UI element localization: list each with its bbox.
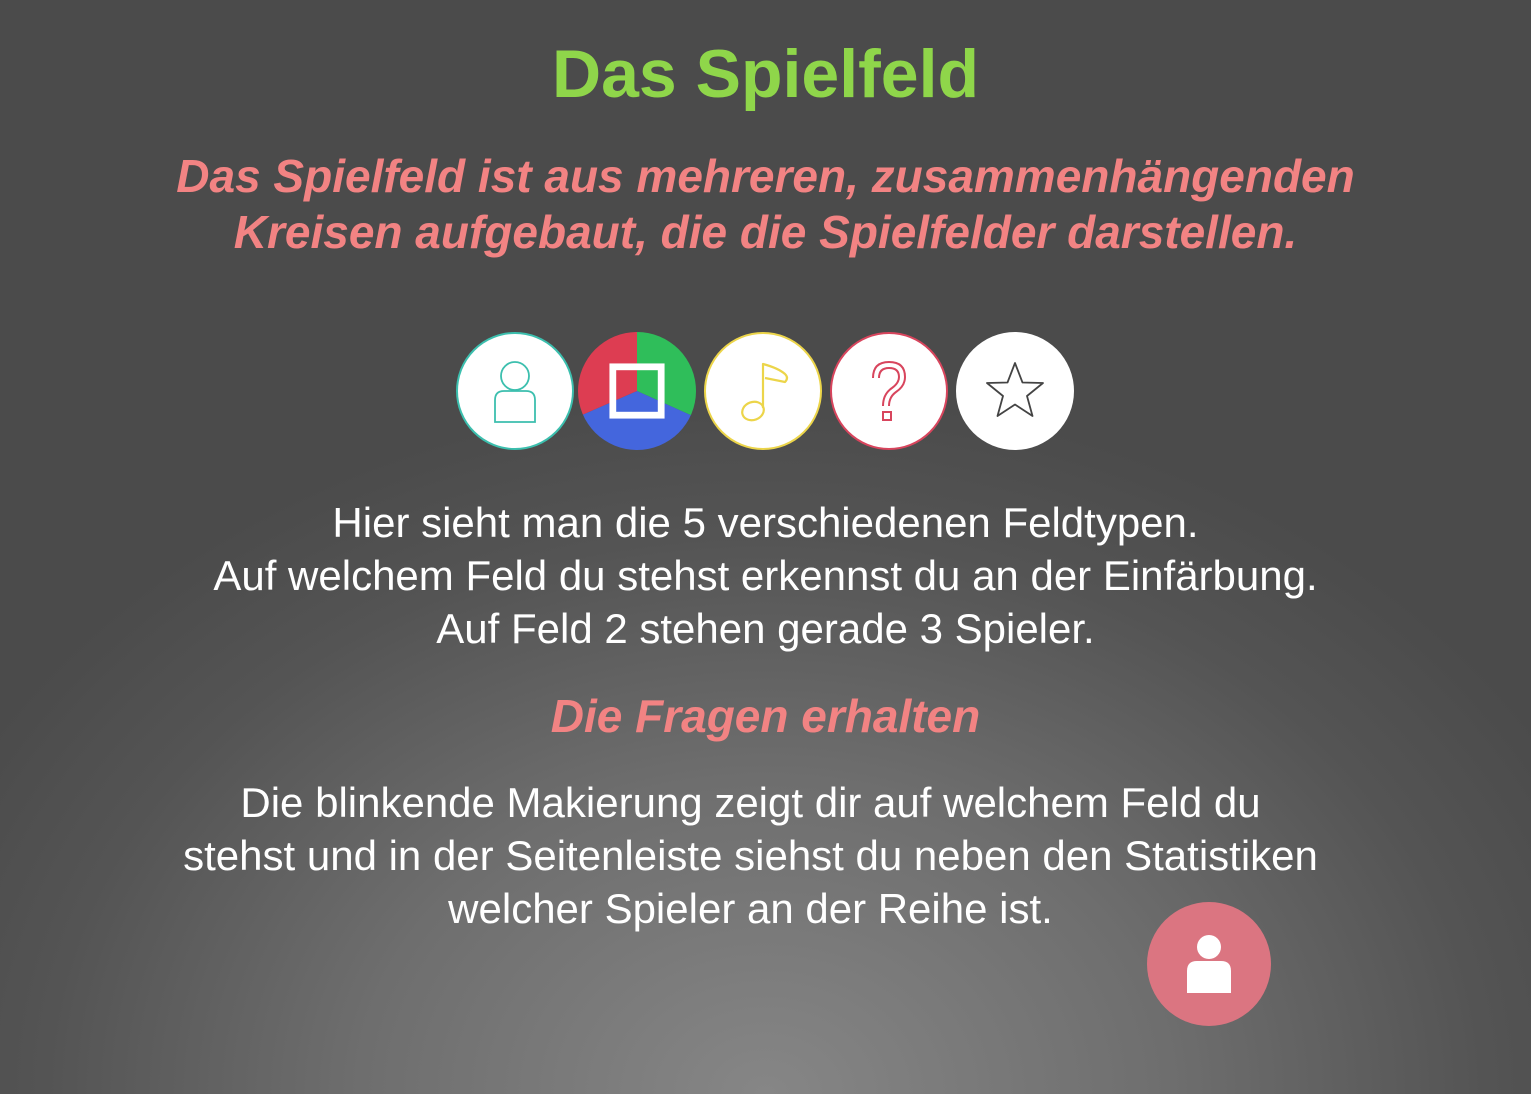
subtitle-line-1: Das Spielfeld ist aus mehreren, zusammen…	[176, 150, 1355, 202]
section-heading: Die Fragen erhalten	[550, 690, 981, 742]
description-line-1: Hier sieht man die 5 verschiedenen Feldt…	[332, 499, 1199, 546]
field-type-question	[830, 332, 948, 450]
section-text-line-2: stehst und in der Seitenleiste siehst du…	[183, 832, 1318, 879]
subtitle: Das Spielfeld ist aus mehreren, zusammen…	[60, 148, 1471, 260]
page-title: Das Spielfeld	[551, 36, 980, 112]
star-icon	[986, 362, 1044, 417]
field-types-row	[456, 332, 1076, 454]
music-note-icon	[741, 362, 789, 422]
field-description: Hier sieht man die 5 verschiedenen Feldt…	[60, 496, 1471, 655]
player-marker	[1147, 902, 1271, 1026]
person-icon	[494, 361, 536, 423]
field-type-category	[578, 332, 696, 450]
person-icon	[1187, 935, 1231, 993]
field-type-star	[956, 332, 1074, 450]
description-line-2: Auf welchem Feld du stehst erkennst du a…	[213, 552, 1318, 599]
subtitle-line-2: Kreisen aufgebaut, die die Spielfelder d…	[233, 206, 1298, 258]
description-line-3: Auf Feld 2 stehen gerade 3 Spieler.	[436, 605, 1095, 652]
field-type-music	[704, 332, 822, 450]
question-mark-icon	[872, 360, 907, 421]
square-icon	[578, 332, 696, 450]
section-text-line-1: Die blinkende Makierung zeigt dir auf we…	[240, 779, 1261, 826]
field-type-player	[456, 332, 574, 450]
